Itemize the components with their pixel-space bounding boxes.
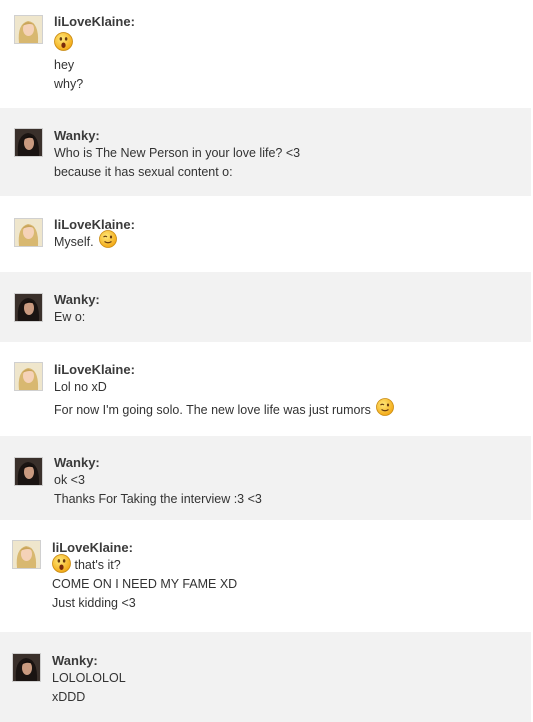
wink-emoji-icon bbox=[99, 229, 117, 248]
message-author[interactable]: liLoveKlaine: bbox=[54, 14, 135, 30]
message: Wanky: Who is The New Person in your lov… bbox=[0, 108, 531, 196]
message: Wanky: Ew o: bbox=[0, 272, 531, 342]
message-author[interactable]: Wanky: bbox=[54, 292, 100, 308]
message: liLoveKlaine: Myself. bbox=[0, 196, 531, 272]
message-text: why? bbox=[54, 77, 84, 91]
message-text: For now I'm going solo. The new love lif… bbox=[54, 403, 371, 417]
message-author[interactable]: Wanky: bbox=[54, 128, 300, 144]
message-text: LOLOLOLOL bbox=[52, 671, 126, 685]
message-text: ok <3 bbox=[54, 473, 85, 487]
message-author[interactable]: Wanky: bbox=[54, 455, 262, 471]
message-text: Myself. bbox=[54, 235, 94, 249]
blonde-avatar-icon[interactable] bbox=[14, 15, 43, 44]
shocked-emoji-icon bbox=[52, 554, 71, 574]
message-text: hey bbox=[54, 58, 75, 72]
message-text: that's it? bbox=[74, 558, 121, 572]
wink-emoji-icon bbox=[376, 397, 395, 416]
message-author[interactable]: liLoveKlaine: bbox=[54, 362, 394, 378]
shocked-emoji-icon bbox=[54, 32, 73, 52]
message-text: COME ON I NEED MY FAME XD bbox=[52, 577, 238, 591]
message-text: Thanks For Taking the interview :3 <3 bbox=[54, 492, 262, 506]
blonde-avatar-icon[interactable] bbox=[14, 362, 43, 391]
message: liLoveKlaine: Lol no xD For now I'm goin… bbox=[0, 342, 531, 436]
message-author[interactable]: liLoveKlaine: bbox=[54, 217, 135, 233]
message: Wanky: ok <3 Thanks For Taking the inter… bbox=[0, 436, 531, 520]
message-thread: liLoveKlaine: hey why? Wanky: Who is The… bbox=[0, 0, 533, 722]
message: liLoveKlaine: that's it? COME ON I NEED … bbox=[0, 520, 531, 632]
message-text: Ew o: bbox=[54, 310, 86, 324]
dark-hair-avatar-icon[interactable] bbox=[14, 293, 43, 322]
blonde-avatar-icon[interactable] bbox=[12, 540, 41, 569]
message-author[interactable]: Wanky: bbox=[52, 653, 126, 669]
blonde-avatar-icon[interactable] bbox=[14, 218, 43, 247]
message: Wanky: LOLOLOLOL xDDD bbox=[0, 632, 531, 722]
message: liLoveKlaine: hey why? bbox=[0, 0, 531, 108]
message-text: Lol no xD bbox=[54, 380, 107, 394]
dark-hair-avatar-icon[interactable] bbox=[12, 653, 41, 682]
dark-hair-avatar-icon[interactable] bbox=[14, 457, 43, 486]
message-text: Who is The New Person in your love life?… bbox=[54, 146, 301, 160]
dark-hair-avatar-icon[interactable] bbox=[14, 128, 43, 157]
message-text: xDDD bbox=[52, 690, 86, 704]
message-text: Just kidding <3 bbox=[52, 596, 136, 610]
message-author[interactable]: liLoveKlaine: bbox=[52, 540, 237, 556]
message-text: because it has sexual content o: bbox=[54, 165, 233, 179]
